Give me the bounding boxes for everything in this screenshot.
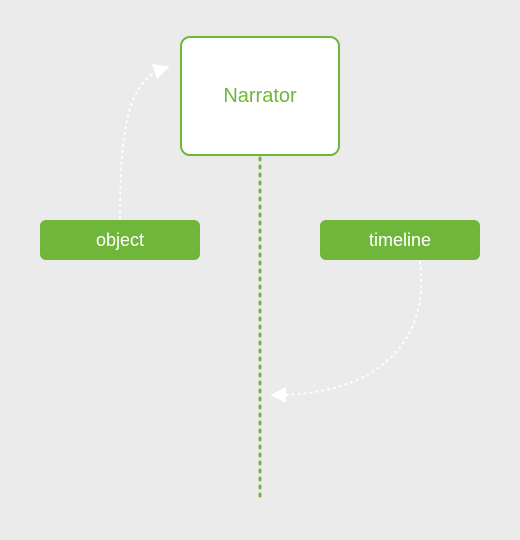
node-timeline[interactable]: timeline — [320, 220, 480, 260]
node-narrator[interactable]: Narrator — [180, 36, 340, 156]
connector-timeline-to-axis — [275, 262, 421, 395]
node-object[interactable]: object — [40, 220, 200, 260]
node-timeline-label: timeline — [369, 230, 431, 251]
diagram-canvas: Narrator object timeline — [0, 0, 520, 540]
connector-object-to-narrator — [120, 68, 165, 218]
node-narrator-label: Narrator — [223, 85, 296, 108]
node-object-label: object — [96, 230, 144, 251]
